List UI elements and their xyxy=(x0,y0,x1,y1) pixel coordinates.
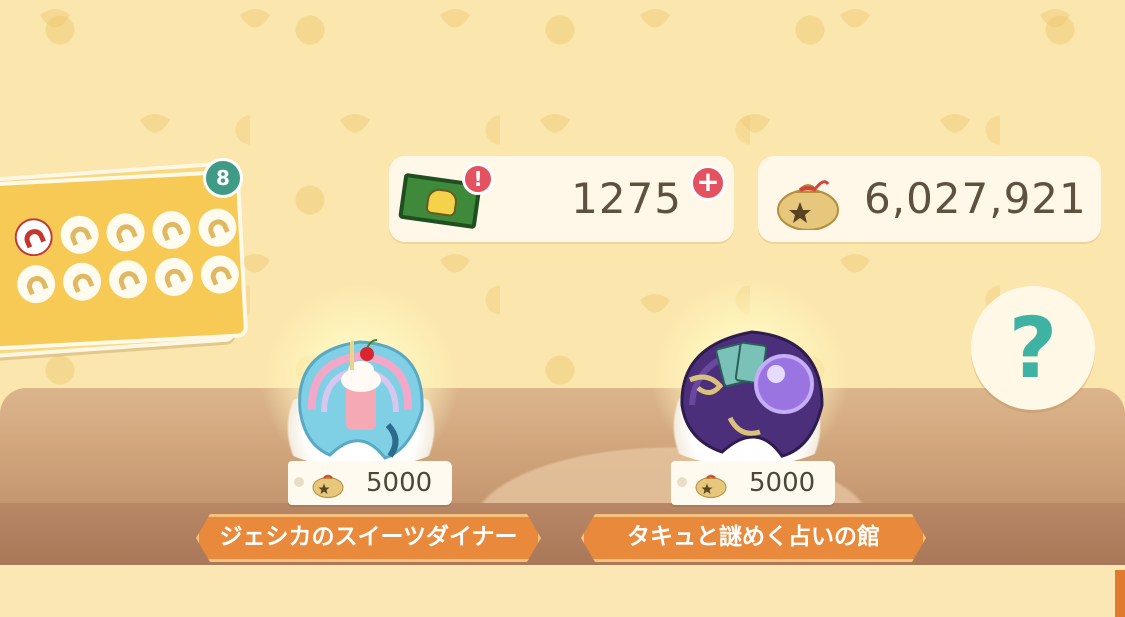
item-name-banner: ジェシカのスイーツダイナー xyxy=(196,514,541,562)
horseshoe-icon xyxy=(205,216,230,239)
horseshoe-icon xyxy=(23,272,49,296)
stamp-empty xyxy=(197,207,238,248)
horseshoe-icon xyxy=(69,270,95,294)
horseshoe-icon xyxy=(21,225,47,249)
bell-bag-icon xyxy=(777,180,839,230)
price-tag: 5000 xyxy=(671,461,835,505)
bell-bag-icon xyxy=(695,474,727,498)
stamp-empty xyxy=(151,210,192,250)
shelf-front xyxy=(0,503,1125,565)
alert-icon[interactable]: ! xyxy=(462,163,494,195)
bells-counter: 6,027,921 xyxy=(758,156,1101,242)
floor xyxy=(0,565,1125,617)
leaf-ticket-counter: 1275 xyxy=(389,156,734,242)
stamp-empty xyxy=(153,256,194,297)
horseshoe-icon xyxy=(161,265,187,289)
horseshoe-icon xyxy=(207,263,233,286)
stamp-empty xyxy=(62,261,103,302)
horseshoe-icon xyxy=(115,268,141,291)
item-price: 5000 xyxy=(749,468,816,498)
stamp-card[interactable] xyxy=(0,169,249,351)
bells-value: 6,027,921 xyxy=(864,174,1087,223)
floor-edge xyxy=(1115,570,1125,617)
stamp-empty xyxy=(199,254,240,295)
stamp-count-badge: 8 xyxy=(203,158,243,198)
horseshoe-icon xyxy=(67,223,92,247)
stamp-empty xyxy=(105,212,146,253)
horseshoe-icon xyxy=(113,221,138,244)
price-tag: 5000 xyxy=(288,461,452,505)
stamp-empty xyxy=(59,214,100,255)
stamp-filled xyxy=(13,217,54,258)
stamp-empty xyxy=(108,259,148,300)
help-button[interactable]: ? xyxy=(971,286,1095,410)
item-price: 5000 xyxy=(366,468,433,498)
stamp-empty xyxy=(16,264,57,305)
leaf-ticket-value: 1275 xyxy=(571,174,682,223)
fortune-cookie-icon xyxy=(680,330,824,458)
item-name-banner: タキュと謎めく占いの館 xyxy=(581,514,926,562)
bell-bag-icon xyxy=(312,474,344,498)
sweets-cookie-icon xyxy=(298,339,424,460)
horseshoe-icon xyxy=(159,218,184,242)
stamp-grid xyxy=(13,207,242,305)
add-leaf-tickets-button[interactable]: + xyxy=(690,165,726,201)
